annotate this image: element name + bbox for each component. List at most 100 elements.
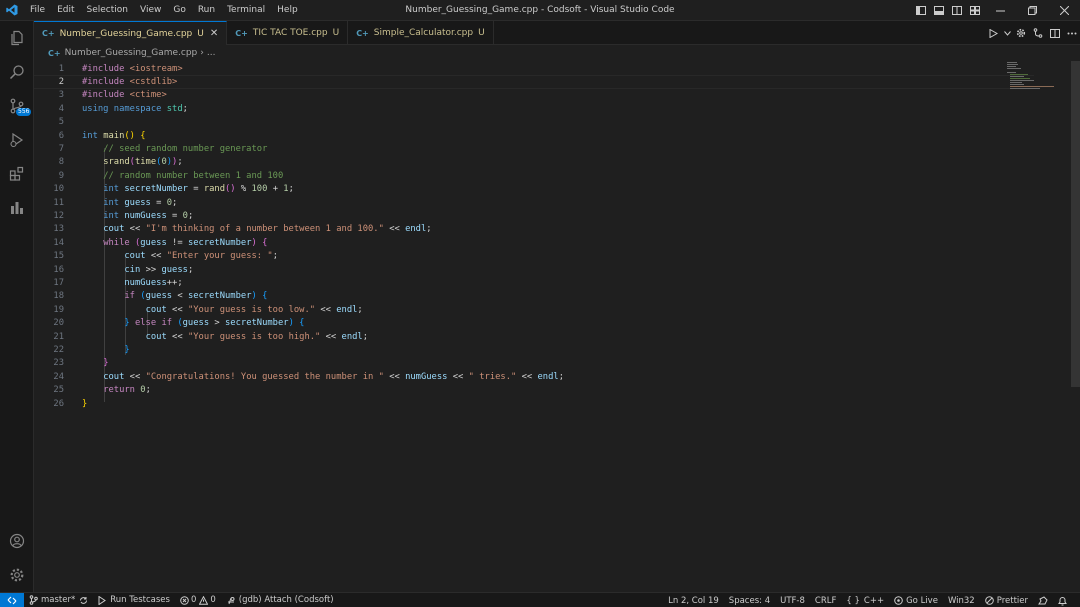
- run-testcases-button[interactable]: Run Testcases: [93, 595, 175, 605]
- explorer-icon[interactable]: [0, 21, 34, 55]
- code-line[interactable]: 8 srand(time(0));: [34, 156, 1034, 169]
- code-line[interactable]: 20 } else if (guess > secretNumber) {: [34, 317, 1034, 330]
- menu-file[interactable]: File: [24, 0, 51, 21]
- manage-gear-icon[interactable]: [0, 558, 34, 592]
- code-line[interactable]: 17 numGuess++;: [34, 276, 1034, 289]
- code-text: } else if (guess > secretNumber) {: [124, 318, 305, 329]
- line-number: 15: [53, 251, 64, 262]
- code-line[interactable]: 21 cout << "Your guess is too high." << …: [34, 330, 1034, 343]
- code-text: #include <iostream>: [82, 63, 183, 74]
- code-line[interactable]: 19 cout << "Your guess is too low." << e…: [34, 303, 1034, 316]
- line-number: 13: [53, 224, 64, 235]
- tab-number-guessing-game[interactable]: C+ Number_Guessing_Game.cpp U ✕: [34, 21, 228, 45]
- menu-help[interactable]: Help: [271, 0, 304, 21]
- code-line[interactable]: 24 cout << "Congratulations! You guessed…: [34, 370, 1034, 383]
- code-line[interactable]: 18 if (guess < secretNumber) {: [34, 290, 1034, 303]
- go-live-button[interactable]: Go Live: [889, 596, 943, 606]
- problems-indicator[interactable]: 0 0: [175, 595, 221, 605]
- code-line[interactable]: 5: [34, 116, 1034, 129]
- toggle-primary-sidebar-icon[interactable]: [912, 0, 930, 21]
- code-text: }: [82, 398, 88, 409]
- branch-indicator[interactable]: master*: [24, 595, 93, 605]
- debug-attach-button[interactable]: (gdb) Attach (Codsoft): [221, 595, 339, 605]
- code-line[interactable]: 13 cout << "I'm thinking of a number bet…: [34, 223, 1034, 236]
- activity-bar: 556: [0, 21, 34, 592]
- run-code-icon[interactable]: [985, 21, 1002, 45]
- indentation[interactable]: Spaces: 4: [724, 596, 775, 606]
- close-tab-icon[interactable]: ✕: [210, 28, 218, 39]
- line-number: 4: [58, 103, 64, 114]
- split-editor-icon[interactable]: [1046, 21, 1063, 45]
- debug-settings-icon[interactable]: [1012, 21, 1029, 45]
- charts-icon[interactable]: [0, 191, 34, 225]
- feedback-icon[interactable]: [1033, 596, 1053, 605]
- platform[interactable]: Win32: [943, 596, 980, 606]
- code-line[interactable]: 14 while (guess != secretNumber) {: [34, 236, 1034, 249]
- code-line[interactable]: 26}: [34, 397, 1034, 410]
- line-number: 17: [53, 278, 64, 289]
- code-text: using namespace std;: [82, 103, 188, 114]
- accounts-icon[interactable]: [0, 524, 34, 558]
- tab-tic-tac-toe[interactable]: C+ TIC TAC TOE.cpp U: [227, 21, 349, 45]
- prettier-button[interactable]: Prettier: [980, 596, 1033, 606]
- code-line[interactable]: 15 cout << "Enter your guess: ";: [34, 250, 1034, 263]
- toggle-panel-icon[interactable]: [930, 0, 948, 21]
- code-text: cout << "Your guess is too high." << end…: [145, 331, 369, 342]
- code-text: int main() {: [82, 130, 146, 141]
- code-line[interactable]: 23 }: [34, 357, 1034, 370]
- menu-view[interactable]: View: [134, 0, 167, 21]
- menu-run[interactable]: Run: [192, 0, 221, 21]
- code-line[interactable]: 4 using namespace std;: [34, 102, 1034, 115]
- open-changes-icon[interactable]: [1029, 21, 1046, 45]
- minimap[interactable]: [1004, 61, 1064, 91]
- language-mode[interactable]: { } C++: [841, 596, 889, 606]
- code-editor[interactable]: 1 #include <iostream> 2 #include <cstdlib> 3…: [34, 61, 1070, 592]
- notifications-bell-icon[interactable]: [1053, 596, 1072, 606]
- menu-go[interactable]: Go: [167, 0, 191, 21]
- tab-simple-calculator[interactable]: C+ Simple_Calculator.cpp U: [348, 21, 494, 45]
- source-control-icon[interactable]: 556: [0, 89, 34, 123]
- line-number: 18: [53, 291, 64, 302]
- menu-selection[interactable]: Selection: [81, 0, 134, 21]
- customize-layout-icon[interactable]: [966, 0, 984, 21]
- tab-status: U: [197, 28, 204, 39]
- code-line[interactable]: 7 // seed random number generator: [34, 142, 1034, 155]
- editor-scrollbar[interactable]: [1071, 61, 1080, 387]
- code-text: int numGuess = 0;: [103, 211, 194, 222]
- encoding[interactable]: UTF-8: [775, 596, 810, 606]
- minimize-button[interactable]: [984, 0, 1016, 21]
- more-actions-icon[interactable]: [1063, 21, 1080, 45]
- menu-terminal[interactable]: Terminal: [221, 0, 271, 21]
- vscode-logo-icon: [0, 0, 24, 21]
- menu-edit[interactable]: Edit: [51, 0, 80, 21]
- code-line[interactable]: 11 int guess = 0;: [34, 196, 1034, 209]
- code-text: cout << "I'm thinking of a number betwee…: [103, 224, 432, 235]
- code-line[interactable]: 22 }: [34, 343, 1034, 356]
- end-of-line[interactable]: CRLF: [810, 596, 841, 606]
- title-bar: File Edit Selection View Go Run Terminal…: [0, 0, 1080, 21]
- restore-button[interactable]: [1016, 0, 1048, 21]
- chevron-down-icon[interactable]: [1002, 21, 1012, 45]
- close-window-button[interactable]: [1048, 0, 1080, 21]
- line-number: 16: [53, 264, 64, 275]
- toggle-secondary-sidebar-icon[interactable]: [948, 0, 966, 21]
- breadcrumb-file[interactable]: Number_Guessing_Game.cpp: [65, 48, 198, 58]
- code-line[interactable]: 6 int main() {: [34, 129, 1034, 142]
- code-line[interactable]: 16 cin >> guess;: [34, 263, 1034, 276]
- remote-indicator-icon[interactable]: [0, 592, 24, 607]
- code-line[interactable]: 9 // random number between 1 and 100: [34, 169, 1034, 182]
- breadcrumb-ellipsis[interactable]: ...: [207, 48, 216, 58]
- code-line[interactable]: 1 #include <iostream>: [34, 62, 1034, 75]
- tab-label: Number_Guessing_Game.cpp: [59, 28, 193, 39]
- code-line[interactable]: 12 int numGuess = 0;: [34, 209, 1034, 222]
- run-debug-icon[interactable]: [0, 123, 34, 157]
- code-line[interactable]: 2 #include <cstdlib>: [34, 75, 1034, 89]
- cursor-position[interactable]: Ln 2, Col 19: [663, 596, 724, 606]
- code-line[interactable]: 3 #include <ctime>: [34, 89, 1034, 102]
- code-line[interactable]: 10 int secretNumber = rand() % 100 + 1;: [34, 183, 1034, 196]
- line-number: 21: [53, 331, 64, 342]
- search-icon[interactable]: [0, 55, 34, 89]
- extensions-icon[interactable]: [0, 157, 34, 191]
- code-line[interactable]: 25 return 0;: [34, 384, 1034, 397]
- tab-status: U: [478, 28, 485, 38]
